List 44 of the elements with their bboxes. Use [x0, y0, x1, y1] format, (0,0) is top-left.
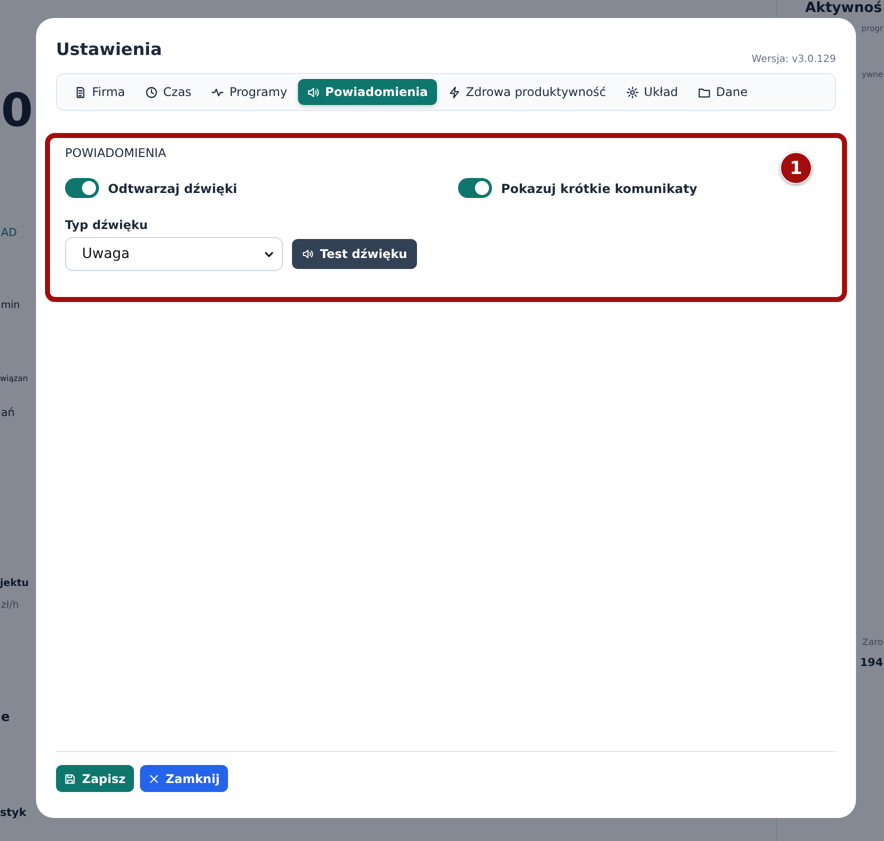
toggle-label: Pokazuj krótkie komunikaty	[501, 180, 698, 196]
annotation-badge: 1	[780, 152, 812, 184]
panel-text: e	[1, 710, 10, 725]
sound-type-dropdown[interactable]: Uwaga	[65, 237, 283, 271]
settings-icon	[626, 86, 639, 98]
clock-icon	[145, 86, 158, 98]
panel-heading: jektu	[0, 578, 29, 589]
big-number: 0	[1, 84, 34, 136]
tab[interactable]: Powiadomienia	[298, 79, 437, 105]
speaker-icon	[302, 248, 314, 260]
panel-label: wiązan	[0, 374, 28, 383]
tab[interactable]: Układ	[616, 79, 688, 105]
tab[interactable]: Zdrowa produktywność	[438, 79, 615, 105]
tab[interactable]: Programy	[202, 79, 296, 105]
panel-value: 194	[860, 656, 883, 669]
panel-heading: Aktywnoś	[805, 0, 882, 17]
folder-icon	[698, 86, 712, 98]
panel-label: Zaro	[862, 638, 883, 648]
toggle-switch[interactable]	[65, 178, 99, 198]
panel-label: min	[1, 300, 20, 311]
tab[interactable]: Dane	[689, 79, 757, 105]
document-icon	[74, 86, 87, 98]
tab[interactable]: Czas	[136, 79, 200, 105]
toggle-switch[interactable]	[458, 178, 492, 198]
dialog-title: Ustawienia	[56, 40, 162, 60]
panel-text: progr	[862, 24, 883, 33]
test-sound-button[interactable]: Test dźwięku	[292, 239, 418, 269]
close-icon	[148, 772, 160, 784]
panel-label: ań	[1, 406, 15, 419]
tab[interactable]: Firma	[65, 79, 134, 105]
save-button[interactable]: Zapisz	[56, 765, 134, 792]
speaker-icon	[307, 86, 320, 98]
pulse-icon	[211, 86, 224, 98]
version-text: Wersja: v3.0.129	[752, 54, 836, 65]
toggle-label: Odtwarzaj dźwięki	[108, 180, 238, 196]
panel-text: zł/h	[1, 600, 19, 611]
section-heading: POWIADOMIENIA	[65, 146, 168, 160]
panel-heading: styk	[0, 806, 26, 819]
panel-text: ywne	[862, 70, 883, 79]
chevron-down-icon	[264, 250, 274, 258]
field-label: Typ dźwięku	[65, 218, 149, 232]
panel-label: AD	[1, 226, 17, 239]
close-button[interactable]: Zamknij	[140, 765, 228, 792]
lightning-icon	[448, 86, 461, 98]
